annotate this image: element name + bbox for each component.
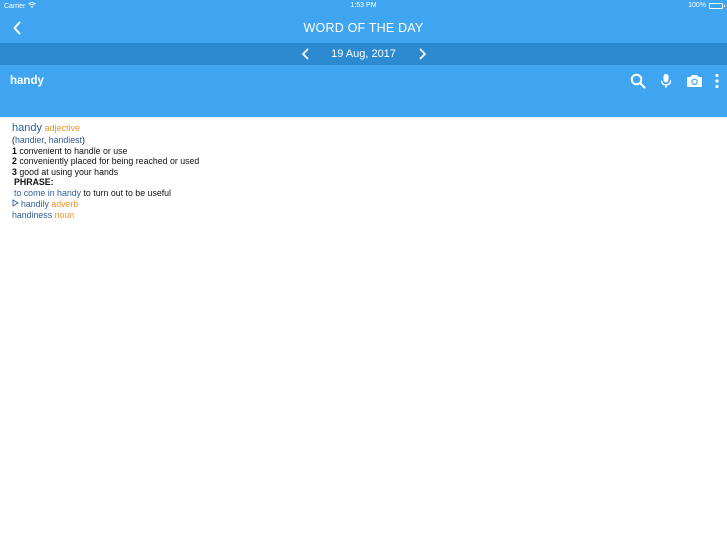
sense-item: 2 conveniently placed for being reached … [12, 156, 712, 167]
derived-pos: noun [54, 210, 75, 221]
search-button[interactable] [629, 72, 647, 90]
headword: handy [12, 122, 42, 134]
sense-item: 1 convenient to handle or use [12, 146, 712, 157]
derived-word-item[interactable]: handiness noun [12, 210, 712, 221]
phrase-word-link[interactable]: handy [57, 188, 81, 198]
derived-word: handily [21, 198, 49, 209]
status-time: 1:53 PM [350, 2, 377, 9]
form-link-handier[interactable]: handier [15, 135, 44, 145]
next-day-button[interactable] [414, 46, 430, 62]
app-window: Carrier 1:53 PM 100% WORD OF THE DAY 19 … [0, 0, 727, 545]
sense-text: convenient to handle or use [19, 145, 128, 156]
entry-header: handy adjective [12, 122, 712, 135]
camera-icon [686, 75, 702, 87]
phrase-label: PHRASE: [14, 177, 54, 188]
derived-word: handiness [12, 210, 53, 221]
part-of-speech: adjective [44, 123, 80, 133]
form-link-handiest[interactable]: handiest [49, 135, 82, 145]
phrase-line: to come in handy to turn out to be usefu… [12, 188, 712, 199]
microphone-icon [660, 74, 672, 88]
sense-number: 1 [12, 145, 17, 156]
inflected-forms: (handier, handiest) [12, 135, 712, 146]
expand-triangle-icon[interactable] [12, 198, 19, 211]
search-icon [630, 73, 646, 89]
date-bar: 19 Aug, 2017 [0, 43, 727, 65]
status-bar: Carrier 1:53 PM 100% [0, 0, 727, 12]
sense-number: 2 [12, 156, 17, 167]
derived-word-item[interactable]: handily adverb [12, 199, 712, 211]
search-term[interactable]: handy [10, 75, 44, 87]
phrase-prefix: to come in [14, 187, 55, 198]
sense-item: 3 good at using your hands [12, 167, 712, 178]
forms-separator: , [43, 135, 47, 145]
status-battery: 100% [688, 2, 725, 9]
toolbar [629, 72, 721, 90]
dictionary-entry: handy adjective (handier, handiest) 1 co… [12, 122, 712, 221]
sense-text: good at using your hands [19, 166, 119, 177]
page-title: WORD OF THE DAY [303, 21, 424, 35]
sense-text: conveniently placed for being reached or… [19, 156, 200, 167]
date-label: 19 Aug, 2017 [331, 48, 396, 60]
derived-pos: adverb [51, 198, 79, 209]
camera-search-button[interactable] [685, 72, 703, 90]
nav-bar: WORD OF THE DAY [0, 12, 727, 44]
phrase-meaning: to turn out to be useful [83, 187, 172, 198]
battery-percent: 100% [688, 2, 706, 9]
chevron-right-icon [419, 48, 426, 60]
more-vertical-icon [715, 73, 719, 89]
header: Carrier 1:53 PM 100% WORD OF THE DAY 19 … [0, 0, 727, 117]
search-row: handy [0, 65, 727, 99]
more-options-button[interactable] [713, 72, 721, 90]
sense-number: 3 [12, 166, 17, 177]
forms-close-paren: ) [81, 135, 85, 145]
voice-search-button[interactable] [657, 72, 675, 90]
battery-icon [709, 2, 725, 9]
